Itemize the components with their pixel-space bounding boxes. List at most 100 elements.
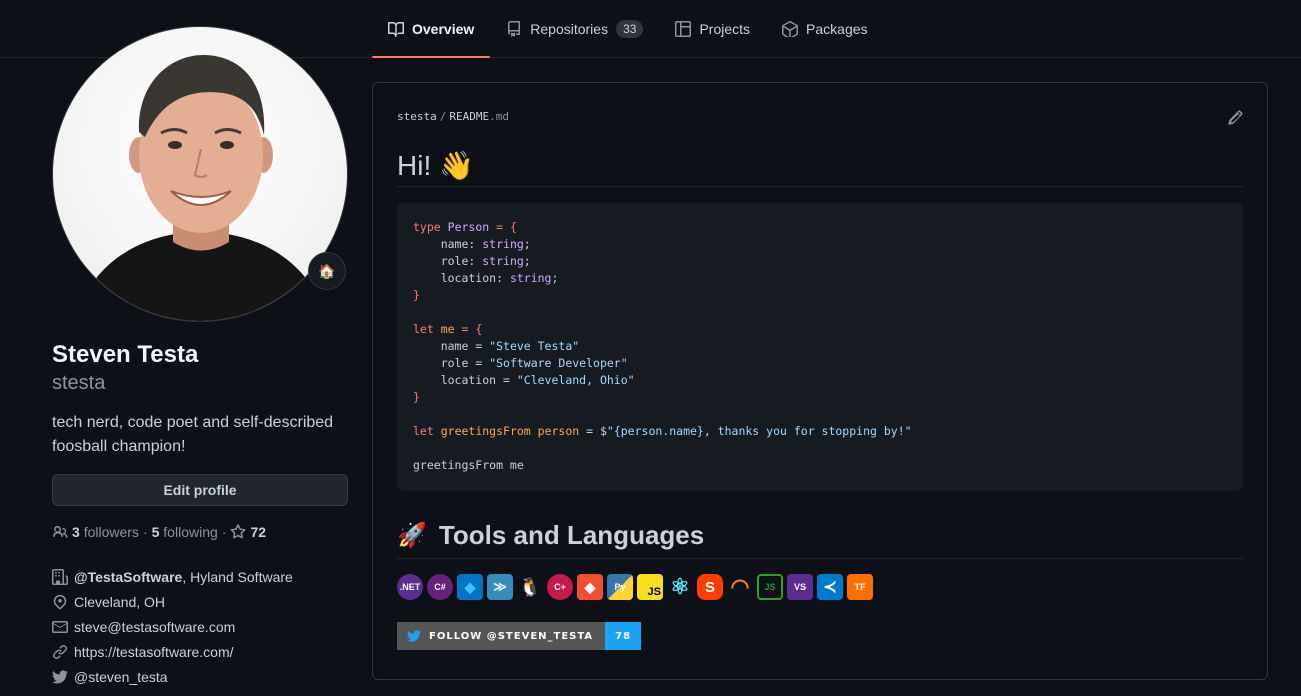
- twitter-link[interactable]: @steven_testa: [74, 669, 168, 685]
- separator-dot: ·: [142, 524, 148, 540]
- rocket-icon: 🚀: [397, 522, 427, 549]
- code-token: ;: [523, 254, 531, 268]
- repositories-count-badge: 33: [616, 19, 644, 38]
- code-token: location:: [413, 271, 510, 285]
- code-token: = $: [579, 424, 607, 438]
- house-emoji-icon: 🏠: [318, 262, 336, 279]
- location-text: Cleveland, OH: [74, 593, 166, 610]
- profile-readme: stesta / README.md Hi! 👋 type Person = { n…: [372, 82, 1268, 680]
- code-token: location =: [413, 373, 517, 387]
- linux-icon: 🐧: [517, 574, 543, 600]
- following-count: 5: [151, 524, 160, 540]
- edit-profile-button[interactable]: Edit profile: [52, 474, 348, 506]
- twitter-badge-count: 78: [605, 622, 642, 650]
- tab-projects-label: Projects: [699, 20, 751, 37]
- jupyter-icon: ◠: [727, 574, 753, 600]
- code-token: ;: [551, 271, 559, 285]
- link-icon: [52, 644, 68, 660]
- email-item: steve@testasoftware.com: [52, 614, 293, 639]
- code-block: type Person = { name: string; role: stri…: [397, 203, 1243, 491]
- stars-count: 72: [250, 524, 267, 540]
- visualstudio-icon: VS: [787, 574, 813, 600]
- code-token: "Cleveland, Ohio": [516, 373, 635, 387]
- set-status-button[interactable]: 🏠: [308, 252, 346, 290]
- readme-heading: Hi! 👋: [397, 145, 1243, 187]
- code-token: Person: [447, 220, 490, 234]
- react-icon: ⚛: [667, 574, 693, 600]
- readme-file-name: README: [449, 110, 490, 123]
- book-icon: [388, 21, 404, 37]
- tab-projects[interactable]: Projects: [659, 0, 766, 57]
- tab-repositories[interactable]: Repositories 33: [490, 0, 659, 57]
- code-token: role =: [413, 356, 490, 370]
- readme-file-link[interactable]: README.md: [449, 110, 509, 123]
- readme-owner-link[interactable]: stesta: [397, 110, 437, 123]
- fsharp-icon: ≫: [487, 574, 513, 600]
- tab-repositories-label: Repositories: [530, 20, 609, 37]
- readme-file-ext: .md: [489, 110, 509, 123]
- twitter-badge-label-section: FOLLOW @STEVEN_TESTA: [397, 622, 606, 650]
- code-token: name:: [413, 237, 483, 251]
- package-icon: [782, 20, 799, 37]
- following-label: following: [163, 524, 218, 540]
- people-icon: [52, 524, 68, 540]
- dart-icon: ◆: [457, 574, 483, 600]
- twitter-bird-icon: [407, 630, 421, 642]
- tools-heading: 🚀 Tools and Languages: [397, 513, 1243, 559]
- python-icon: Py: [607, 574, 633, 600]
- code-token: = {: [489, 220, 517, 234]
- tab-overview-label: Overview: [412, 20, 475, 37]
- website-item: https://testasoftware.com/: [52, 639, 293, 664]
- svelte-icon: S: [697, 574, 723, 600]
- org-name: , Hyland Software: [182, 568, 293, 585]
- tab-overview[interactable]: Overview: [372, 0, 491, 58]
- code-token: string: [482, 237, 524, 251]
- profile-bio: tech nerd, code poet and self-described …: [52, 414, 334, 455]
- tab-packages-label: Packages: [806, 20, 868, 37]
- organization-item: @TestaSoftware, Hyland Software: [52, 564, 293, 589]
- following-link[interactable]: 5 following: [152, 524, 218, 540]
- code-token: let: [413, 424, 434, 438]
- follow-stats: 3 followers · 5 following · 72: [52, 524, 266, 540]
- location-item: Cleveland, OH: [52, 589, 293, 614]
- tensorflow-icon: TF: [847, 574, 873, 600]
- mail-icon: [52, 619, 68, 635]
- twitter-item: @steven_testa: [52, 664, 293, 689]
- csharp-icon: C#: [427, 574, 453, 600]
- heading-text: Hi!: [397, 149, 432, 181]
- code-token: me: [440, 322, 455, 336]
- avatar-photo: [73, 55, 329, 321]
- profile-username: stesta: [52, 372, 106, 394]
- git-icon: ◆: [577, 574, 603, 600]
- code-token: greetingsFrom person: [440, 424, 580, 438]
- code-token: "{person.name}, thanks you for stopping …: [606, 424, 912, 438]
- email-link[interactable]: steve@testasoftware.com: [74, 619, 235, 635]
- org-link[interactable]: @TestaSoftware: [74, 569, 182, 585]
- star-icon: [230, 524, 246, 540]
- avatar[interactable]: [52, 26, 348, 322]
- pencil-icon[interactable]: [1227, 110, 1243, 126]
- twitter-badge-label: FOLLOW @STEVEN_TESTA: [429, 630, 594, 642]
- tab-packages[interactable]: Packages: [766, 0, 883, 57]
- code-token: type: [413, 220, 441, 234]
- code-token: = {: [454, 322, 483, 336]
- code-token: string: [482, 254, 524, 268]
- tab-list: Overview Repositories 33 Projects Packag…: [372, 0, 884, 58]
- code-token: role:: [413, 254, 483, 268]
- twitter-follow-badge[interactable]: FOLLOW @STEVEN_TESTA 78: [397, 622, 642, 650]
- project-icon: [675, 20, 692, 37]
- code-token: string: [509, 271, 552, 285]
- followers-link[interactable]: 3 followers: [52, 524, 139, 540]
- vscode-icon: ≺: [817, 574, 843, 600]
- website-link[interactable]: https://testasoftware.com/: [74, 644, 234, 660]
- stars-link[interactable]: 72: [230, 524, 266, 540]
- code-token: }: [413, 288, 420, 302]
- dotnet-icon: .NET: [397, 574, 423, 600]
- twitter-icon: [52, 669, 68, 685]
- code-token: "Steve Testa": [489, 339, 580, 353]
- tech-icons-row: .NET C# ◆ ≫ 🐧 C+ ◆ Py JS ⚛ S ◠ JS VS ≺ T…: [397, 574, 873, 600]
- tools-heading-text: Tools and Languages: [438, 520, 705, 550]
- code-token: }: [413, 390, 420, 404]
- waving-hand-icon: 👋: [439, 150, 474, 181]
- followers-count: 3: [72, 524, 80, 540]
